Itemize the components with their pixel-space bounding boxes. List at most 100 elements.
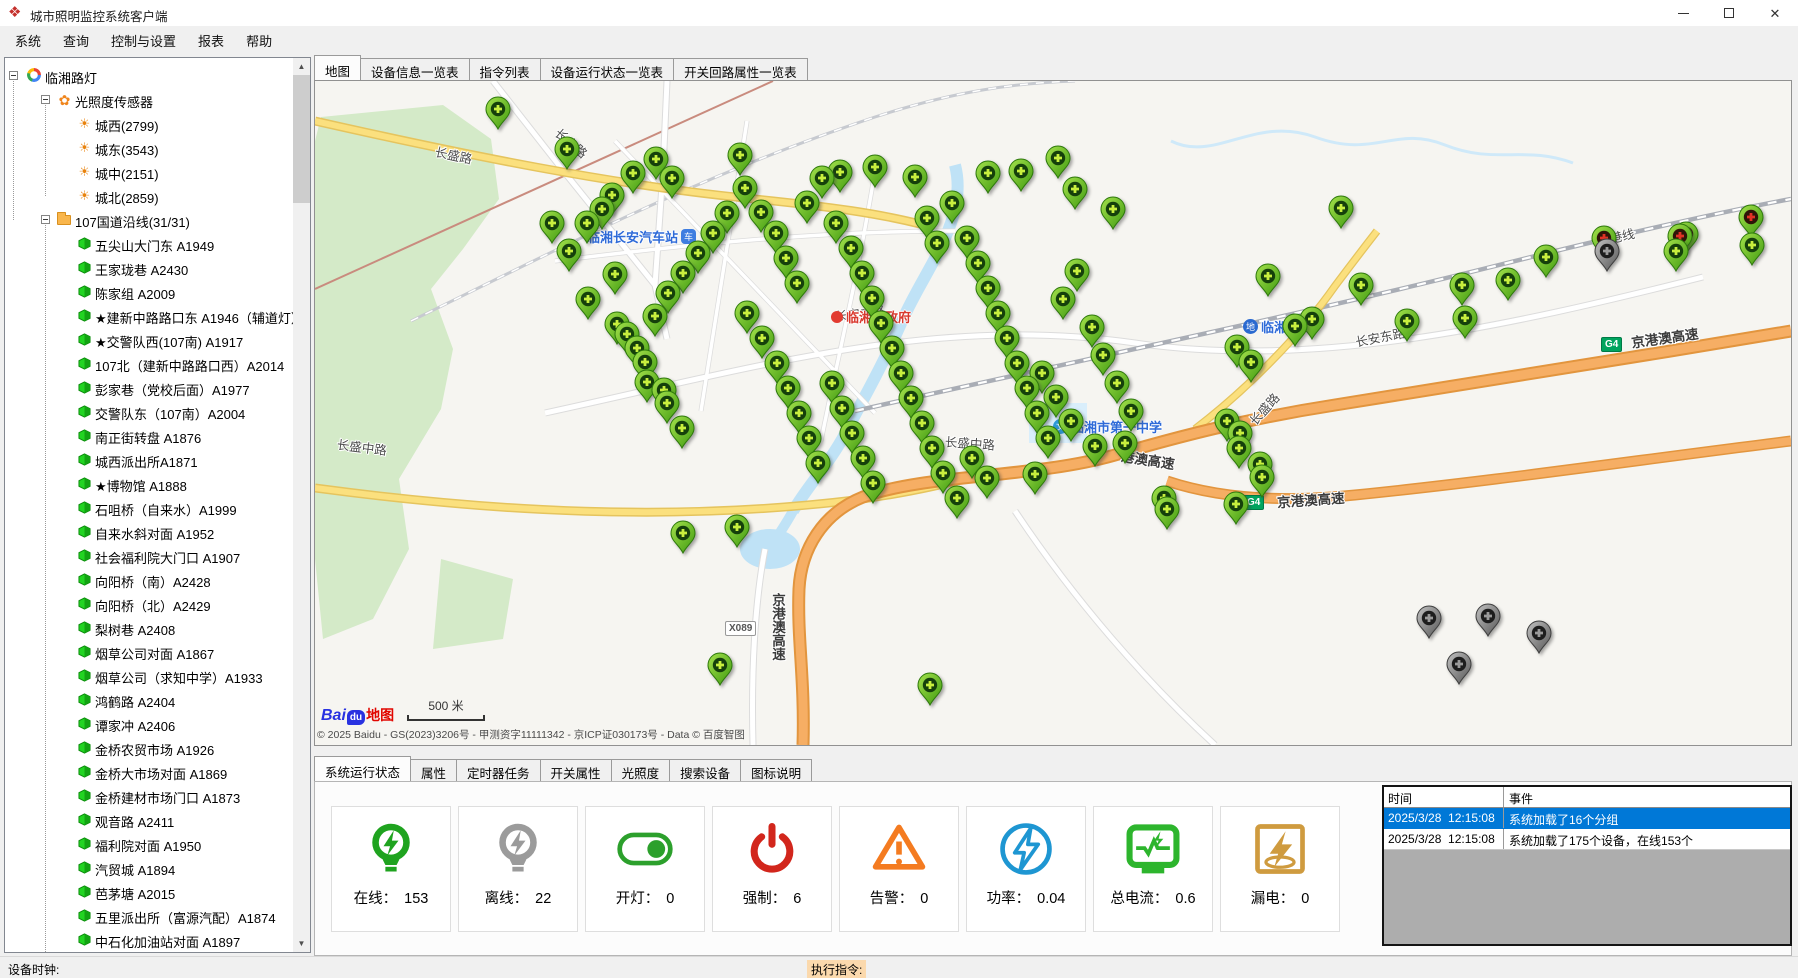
event-log-row[interactable]: 2025/3/28 12:15:08系统加载了175个设备，在线153个 <box>1384 829 1790 850</box>
maximize-button[interactable] <box>1706 0 1752 26</box>
device-marker[interactable] <box>1452 305 1478 339</box>
tree-item[interactable]: ★建新中路路口东 A1946（辅道灯） <box>5 304 293 328</box>
offline-marker[interactable] <box>1446 651 1472 685</box>
tree-item[interactable]: 金桥建材市场门口 A1873 <box>5 784 293 808</box>
menu-item-3[interactable]: 报表 <box>187 28 235 53</box>
scrollbar-thumb[interactable] <box>293 75 310 203</box>
bottom-tab-1[interactable]: 属性 <box>410 759 457 781</box>
bottom-tab-5[interactable]: 搜索设备 <box>669 759 741 781</box>
device-marker[interactable] <box>575 286 601 320</box>
device-marker[interactable] <box>1062 176 1088 210</box>
tree-item[interactable]: 福利院对面 A1950 <box>5 832 293 856</box>
device-marker[interactable] <box>1495 267 1521 301</box>
offline-marker[interactable] <box>1416 605 1442 639</box>
device-marker[interactable] <box>485 96 511 130</box>
tree-item[interactable]: 向阳桥（南）A2428 <box>5 568 293 592</box>
device-marker[interactable] <box>1045 145 1071 179</box>
device-marker[interactable] <box>794 190 820 224</box>
device-marker[interactable] <box>1533 244 1559 278</box>
tree-item[interactable]: ☀城北(2859) <box>5 184 293 208</box>
tree-scrollbar[interactable]: ▲ ▼ <box>293 58 310 952</box>
device-marker[interactable] <box>860 470 886 504</box>
tree-item[interactable]: 五尖山大门东 A1949 <box>5 232 293 256</box>
tree-item[interactable]: 烟草公司对面 A1867 <box>5 640 293 664</box>
minimize-button[interactable] <box>1660 0 1706 26</box>
device-marker[interactable] <box>1663 238 1689 272</box>
tree-item[interactable]: 梨树巷 A2408 <box>5 616 293 640</box>
map-tab-1[interactable]: 设备信息一览表 <box>360 58 470 80</box>
tree-item[interactable]: 107北（建新中路路口西）A2014 <box>5 352 293 376</box>
map-view[interactable]: 长盛路长白路长安中路长安东路长盛中路长盛中路港澳高速长盛路京港线京港澳高速京港澳… <box>314 80 1792 746</box>
device-marker[interactable] <box>944 485 970 519</box>
device-marker[interactable] <box>727 142 753 176</box>
device-marker[interactable] <box>1223 491 1249 525</box>
tree-item[interactable]: ☀城东(3543) <box>5 136 293 160</box>
device-marker[interactable] <box>805 450 831 484</box>
tree-item[interactable]: 南正街转盘 A1876 <box>5 424 293 448</box>
device-marker[interactable] <box>1255 263 1281 297</box>
device-marker[interactable] <box>975 160 1001 194</box>
device-marker[interactable] <box>724 514 750 548</box>
device-marker[interactable] <box>1394 308 1420 342</box>
device-marker[interactable] <box>1249 464 1275 498</box>
device-marker[interactable] <box>659 165 685 199</box>
bottom-tab-2[interactable]: 定时器任务 <box>456 759 541 781</box>
tree-item[interactable]: 中石化加油站对面 A1897 <box>5 928 293 952</box>
device-marker[interactable] <box>1739 232 1765 266</box>
device-marker[interactable] <box>669 415 695 449</box>
offline-marker[interactable] <box>1594 238 1620 272</box>
map-tab-3[interactable]: 设备运行状态一览表 <box>540 58 675 80</box>
tree-item[interactable]: 交警队东（107南）A2004 <box>5 400 293 424</box>
tree-item[interactable]: ★交警队西(107南) A1917 <box>5 328 293 352</box>
bottom-tab-0[interactable]: 系统运行状态 <box>314 756 411 781</box>
tree-expand-icon[interactable] <box>41 215 50 224</box>
tree-item[interactable]: 五里派出所（富源汽配）A1874 <box>5 904 293 928</box>
tree-item[interactable]: ★博物馆 A1888 <box>5 472 293 496</box>
device-marker[interactable] <box>1035 425 1061 459</box>
device-marker[interactable] <box>924 230 950 264</box>
tree-item[interactable]: 芭茅塘 A2015 <box>5 880 293 904</box>
device-marker[interactable] <box>1238 349 1264 383</box>
menu-item-1[interactable]: 查询 <box>52 28 100 53</box>
device-marker[interactable] <box>1050 286 1076 320</box>
menu-item-4[interactable]: 帮助 <box>235 28 283 53</box>
tree-item[interactable]: 彭家巷（党校后面）A1977 <box>5 376 293 400</box>
map-tab-4[interactable]: 开关回路属性一览表 <box>673 58 808 80</box>
tree-root[interactable]: 临湘路灯 <box>5 64 293 88</box>
tree-item[interactable]: 社会福利院大门口 A1907 <box>5 544 293 568</box>
device-marker[interactable] <box>1328 195 1354 229</box>
device-marker[interactable] <box>602 261 628 295</box>
tree-item[interactable]: 城西派出所A1871 <box>5 448 293 472</box>
device-marker[interactable] <box>1449 272 1475 306</box>
bottom-tab-3[interactable]: 开关属性 <box>540 759 612 781</box>
device-marker[interactable] <box>1282 313 1308 347</box>
tree-item[interactable]: 谭家冲 A2406 <box>5 712 293 736</box>
tree-item[interactable]: 自来水斜对面 A1952 <box>5 520 293 544</box>
tree-item[interactable]: 金桥农贸市场 A1926 <box>5 736 293 760</box>
tree-item[interactable]: 石咀桥（自来水）A1999 <box>5 496 293 520</box>
menu-item-2[interactable]: 控制与设置 <box>100 28 187 53</box>
device-marker[interactable] <box>917 672 943 706</box>
device-marker[interactable] <box>862 154 888 188</box>
tree-item[interactable]: 金桥大市场对面 A1869 <box>5 760 293 784</box>
tree-item[interactable]: 王家珑巷 A2430 <box>5 256 293 280</box>
tree-expand-icon[interactable] <box>9 71 18 80</box>
device-marker[interactable] <box>939 190 965 224</box>
tree-expand-icon[interactable] <box>41 95 50 104</box>
device-marker[interactable] <box>707 652 733 686</box>
device-marker[interactable] <box>902 164 928 198</box>
device-marker[interactable] <box>1348 272 1374 306</box>
tree-item[interactable]: 陈家组 A2009 <box>5 280 293 304</box>
tree-group-1[interactable]: 107国道沿线(31/31) <box>5 208 293 232</box>
tree-item[interactable]: 鸿鹤路 A2404 <box>5 688 293 712</box>
map-tab-2[interactable]: 指令列表 <box>469 58 541 80</box>
device-marker[interactable] <box>1100 196 1126 230</box>
tree-item[interactable]: ☀城中(2151) <box>5 160 293 184</box>
tree-item[interactable]: 汽贸城 A1894 <box>5 856 293 880</box>
bottom-tab-6[interactable]: 图标说明 <box>740 759 812 781</box>
tree-item[interactable]: 观音路 A2411 <box>5 808 293 832</box>
scroll-up-icon[interactable]: ▲ <box>293 58 310 75</box>
device-marker[interactable] <box>1008 158 1034 192</box>
tree-item[interactable]: 向阳桥（北）A2429 <box>5 592 293 616</box>
tree-group-0[interactable]: ✿光照度传感器 <box>5 88 293 112</box>
